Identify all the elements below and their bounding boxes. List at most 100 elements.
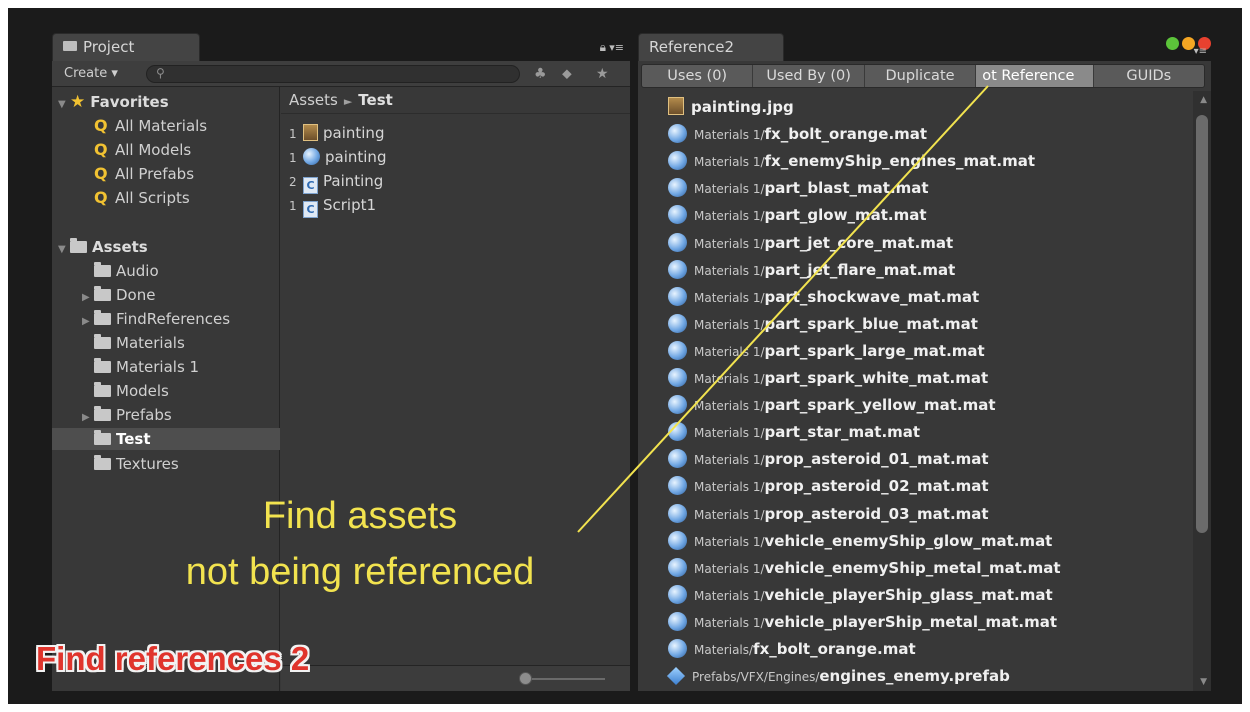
result-row[interactable]: Materials 1/prop_asteroid_01_mat.mat — [668, 445, 989, 472]
script-icon: C — [303, 201, 318, 218]
tab-mode[interactable]: ot Referencе — [976, 65, 1094, 87]
favorites-item[interactable]: Q All Scripts — [52, 187, 280, 209]
result-path: Materials 1/ — [694, 507, 765, 522]
tab-project[interactable]: Project — [52, 33, 200, 61]
result-path: Materials 1/ — [694, 399, 765, 414]
result-name: part_glow_mat.mat — [764, 206, 927, 225]
material-icon — [668, 232, 687, 252]
folder-item[interactable]: Audio — [52, 260, 280, 282]
result-row[interactable]: Materials 1/part_spark_blue_mat.mat — [668, 310, 978, 337]
result-row[interactable]: Materials 1/part_spark_white_mat.mat — [668, 364, 988, 391]
result-row[interactable]: Materials 1/part_spark_large_mat.mat — [668, 337, 985, 364]
folder-item[interactable]: Test — [52, 428, 280, 451]
icon-size-slider-handle[interactable] — [519, 672, 532, 685]
favorites-item-label: All Scripts — [115, 189, 190, 208]
result-path: Prefabs/VFX/Engines/ — [692, 670, 820, 685]
filter-by-type-icon[interactable]: ♣ — [534, 66, 547, 82]
save-search-star-icon[interactable]: ★ — [596, 66, 609, 82]
panel-menu-icon[interactable]: ▾≡ — [609, 41, 624, 54]
folder-item[interactable]: ▶ Prefabs — [52, 404, 280, 426]
result-row[interactable]: Materials 1/part_jet_flare_mat.mat — [668, 256, 955, 283]
folder-label: Done — [116, 285, 156, 304]
create-button[interactable]: Create ▾ — [58, 64, 124, 84]
foldout-collapsed-icon[interactable]: ▶ — [82, 287, 94, 309]
search-input[interactable] — [146, 65, 520, 83]
breadcrumb-current[interactable]: Test — [358, 91, 393, 109]
folder-item[interactable]: ▶ FindReferences — [52, 308, 280, 330]
folder-label: Materials 1 — [116, 358, 200, 377]
result-row[interactable]: Materials 1/part_star_mat.mat — [668, 418, 920, 445]
result-row[interactable]: Materials 1/part_shockwave_mat.mat — [668, 283, 979, 310]
foldout-expanded-icon[interactable]: ▼ — [58, 239, 70, 261]
result-path: Materials 1/ — [694, 453, 765, 468]
result-path: Materials 1/ — [694, 480, 765, 495]
result-path: Materials 1/ — [694, 209, 765, 224]
panel-menu-icon[interactable]: ▾≡ — [1194, 46, 1207, 57]
asset-list: Assets ► Test 1 painting 1 painting 2 C Painting… — [281, 87, 630, 691]
result-name: engines_enemy.prefab — [819, 667, 1010, 686]
result-row[interactable]: Materials 1/part_glow_mat.mat — [668, 201, 927, 228]
scroll-up-icon[interactable]: ▲ — [1200, 95, 1207, 105]
foldout-collapsed-icon[interactable]: ▶ — [82, 407, 94, 429]
tab-reference2[interactable]: Reference2 — [638, 33, 784, 61]
result-row[interactable]: Materials 1/vehicle_enemyShip_glow_mat.m… — [668, 527, 1052, 554]
tab-mode[interactable]: Uses (0) — [642, 65, 754, 87]
result-row[interactable]: Materials/fx_bolt_orange.mat — [668, 635, 916, 662]
lock-icon[interactable]: 🔒︎ — [600, 40, 606, 55]
foldout-expanded-icon[interactable]: ▼ — [58, 94, 70, 116]
tab-mode[interactable]: GUIDs — [1094, 65, 1204, 87]
result-row[interactable]: Materials 1/vehicle_playerShip_glass_mat… — [668, 581, 1053, 608]
assets-root[interactable]: ▼ Assets — [52, 236, 280, 258]
result-row[interactable]: Materials 1/part_spark_yellow_mat.mat — [668, 391, 996, 418]
result-name: part_blast_mat.mat — [764, 179, 929, 198]
folder-item[interactable]: Models — [52, 380, 280, 402]
folder-tree: ▼ ★ Favorites Q All Materials Q All Models Q All… — [52, 87, 280, 691]
filter-by-label-icon[interactable]: ⬥ — [562, 66, 572, 82]
folder-item[interactable]: Materials — [52, 332, 280, 354]
folder-item[interactable]: Materials 1 — [52, 356, 280, 378]
result-row[interactable]: Materials 1/part_blast_mat.mat — [668, 174, 929, 201]
favorites-item[interactable]: Q All Prefabs — [52, 163, 280, 185]
favorites-item[interactable]: Q All Materials — [52, 115, 280, 137]
result-row[interactable]: Materials 1/prop_asteroid_02_mat.mat — [668, 472, 989, 499]
result-row[interactable]: Materials 1/vehicle_enemyShip_metal_mat.… — [668, 554, 1061, 581]
breadcrumb-root[interactable]: Assets — [289, 91, 338, 109]
material-icon — [668, 584, 687, 604]
window-minimize-icon[interactable] — [1166, 37, 1179, 50]
icon-size-slider[interactable] — [525, 678, 605, 680]
scrollbar-thumb[interactable] — [1196, 115, 1208, 533]
favorites-item[interactable]: Q All Models — [52, 139, 280, 161]
result-name: part_star_mat.mat — [764, 423, 921, 442]
result-row[interactable]: Materials 1/prop_asteroid_03_mat.mat — [668, 500, 989, 527]
foldout-collapsed-icon[interactable]: ▶ — [82, 311, 94, 333]
material-icon — [668, 368, 687, 387]
asset-item[interactable]: 1 painting — [289, 146, 386, 168]
result-row[interactable]: painting.jpg — [668, 93, 794, 120]
result-row[interactable]: Prefabs/VFX/Engines/engines_enemy.prefab — [666, 662, 1010, 689]
favorites-header[interactable]: ▼ ★ Favorites — [52, 91, 280, 113]
folder-label: Audio — [116, 261, 159, 280]
folder-item[interactable]: Textures — [52, 453, 280, 475]
folder-item[interactable]: ▶ Done — [52, 284, 280, 306]
material-icon — [303, 148, 320, 165]
result-row[interactable]: Materials 1/fx_enemyShip_engines_mat.mat — [668, 147, 1035, 174]
asset-item[interactable]: 1 painting — [289, 122, 384, 144]
scroll-down-icon[interactable]: ▼ — [1200, 677, 1207, 687]
tab-mode[interactable]: Duplicate — [865, 65, 977, 87]
folder-icon — [94, 334, 111, 349]
scrollbar[interactable]: ▲ ▼ — [1193, 91, 1211, 691]
result-row[interactable]: Materials 1/vehicle_playerShip_metal_mat… — [668, 608, 1057, 635]
tab-mode[interactable]: Used By (0) — [753, 65, 865, 87]
asset-item[interactable]: 2 C Painting — [289, 170, 383, 194]
texture-icon — [668, 97, 684, 115]
breadcrumb: Assets ► Test — [289, 91, 393, 109]
result-row[interactable]: Materials 1/part_jet_core_mat.mat — [668, 229, 953, 256]
folder-icon — [94, 430, 111, 446]
result-name: painting.jpg — [691, 98, 794, 116]
material-icon — [668, 340, 687, 360]
folder-icon — [70, 237, 87, 253]
asset-item[interactable]: 1 C Script1 — [289, 194, 376, 218]
result-row[interactable]: Materials 1/fx_bolt_orange.mat — [668, 120, 927, 147]
caption-line-1: Find assets — [262, 495, 458, 537]
favorites-item-label: All Materials — [115, 117, 208, 136]
